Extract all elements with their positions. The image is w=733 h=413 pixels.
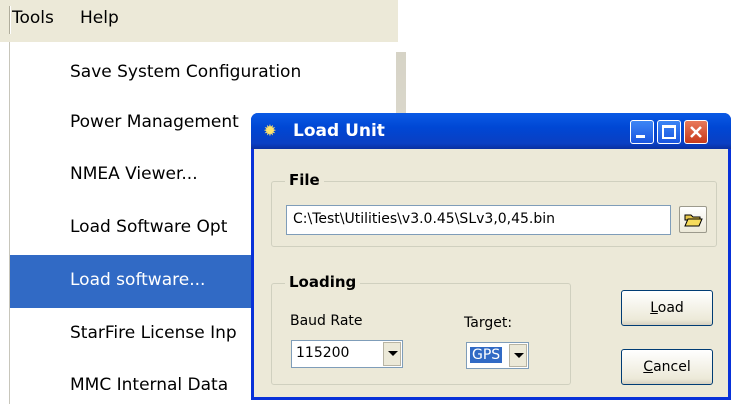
cancel-button[interactable]: Cancel (621, 349, 713, 385)
file-group-label: File (285, 171, 324, 189)
target-select[interactable]: GPS (466, 342, 529, 369)
menubar-separator (9, 6, 11, 34)
loading-group-label: Loading (285, 273, 361, 291)
dialog-titlebar[interactable]: ✹ Load Unit (251, 113, 731, 149)
load-accel: L (650, 300, 658, 316)
dialog-title: Load Unit (293, 121, 385, 141)
close-button[interactable] (684, 120, 708, 144)
menu-bar: Tools Help (0, 0, 398, 42)
target-value: GPS (470, 347, 503, 363)
menu-item-save-system-configuration[interactable]: Save System Configuration (10, 47, 398, 100)
baud-rate-value: 115200 (296, 345, 350, 361)
load-unit-dialog: ✹ Load Unit File C:\Test\Utilities\v3.0.… (251, 113, 731, 400)
close-icon (690, 126, 702, 138)
minimize-icon (636, 135, 645, 138)
cancel-accel: C (643, 359, 654, 375)
load-label: oad (657, 300, 684, 316)
maximize-button[interactable] (657, 120, 681, 144)
baud-rate-label: Baud Rate (290, 313, 363, 329)
dropdown-arrow-icon[interactable] (509, 344, 527, 367)
cancel-label: ancel (653, 359, 691, 375)
file-path-input[interactable]: C:\Test\Utilities\v3.0.45\SLv3,0,45.bin (286, 205, 671, 235)
menu-tools[interactable]: Tools (12, 8, 54, 28)
folder-open-icon (684, 214, 703, 227)
menu-help[interactable]: Help (80, 8, 119, 28)
loading-group (271, 283, 571, 385)
baud-rate-select[interactable]: 115200 (291, 340, 403, 368)
minimize-button[interactable] (630, 120, 654, 144)
dropdown-arrow-icon[interactable] (383, 342, 401, 366)
maximize-icon (662, 125, 676, 139)
sun-app-icon: ✹ (263, 121, 277, 140)
target-label: Target: (464, 315, 513, 331)
menu-item-load-software[interactable]: Load software... (10, 255, 261, 308)
load-button[interactable]: Load (621, 290, 713, 326)
browse-button[interactable] (679, 206, 707, 233)
